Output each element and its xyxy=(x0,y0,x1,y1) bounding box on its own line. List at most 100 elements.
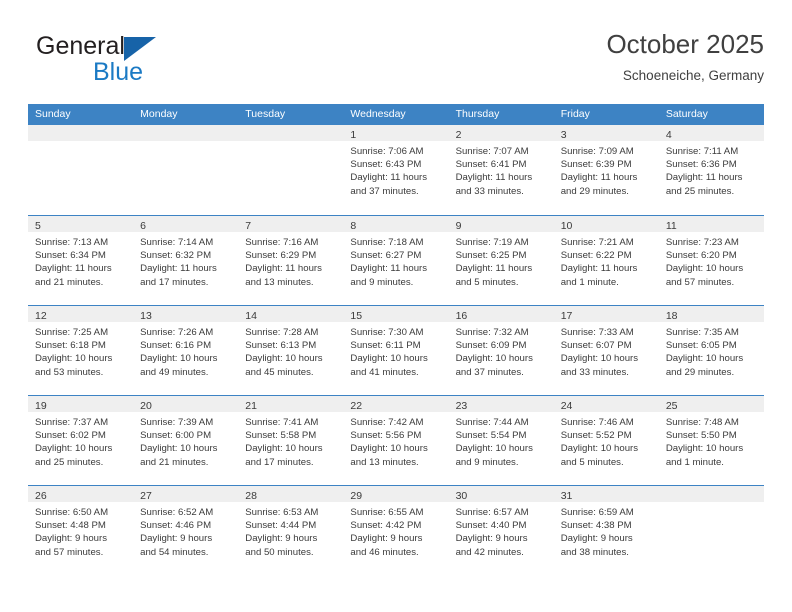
title-block: October 2025 Schoeneiche, Germany xyxy=(606,28,764,86)
calendar-day-cell[interactable]: 15 Sunrise: 7:30 AM Sunset: 6:11 PM Dayligh… xyxy=(343,306,449,395)
day-number-strip: 12 xyxy=(28,306,134,322)
daylight-text-line2: and 57 minutes. xyxy=(665,276,735,288)
day-number: 12 xyxy=(35,310,47,322)
calendar-day-cell[interactable]: 1 Sunrise: 7:06 AM Sunset: 6:43 PM Daylight… xyxy=(343,125,449,215)
daylight-text-line2: and 37 minutes. xyxy=(350,185,419,197)
sunrise-text: Sunrise: 7:13 AM xyxy=(35,237,109,248)
day-details: Sunrise: 6:53 AM Sunset: 4:44 PM Daylight:… xyxy=(238,502,343,559)
day-details: Sunrise: 7:39 AM Sunset: 6:00 PM Daylight:… xyxy=(133,412,238,469)
calendar-day-cell[interactable]: 16 Sunrise: 7:32 AM Sunset: 6:09 PM Dayligh… xyxy=(448,306,554,395)
daylight-text-line1: Daylight: 10 hours xyxy=(140,353,218,365)
calendar-day-cell[interactable]: 9 Sunrise: 7:19 AM Sunset: 6:25 PM Daylight… xyxy=(448,216,554,305)
calendar-day-cell[interactable]: 7 Sunrise: 7:16 AM Sunset: 6:29 PM Daylight… xyxy=(238,216,344,305)
page-title: October 2025 xyxy=(606,29,764,59)
calendar-day-cell[interactable]: 4 Sunrise: 7:11 AM Sunset: 6:36 PM Daylight… xyxy=(658,125,764,215)
daylight-text-line1: Daylight: 10 hours xyxy=(665,443,744,455)
calendar-day-cell[interactable]: 8 Sunrise: 7:18 AM Sunset: 6:27 PM Daylight… xyxy=(343,216,449,305)
calendar-week-row: 5 Sunrise: 7:13 AM Sunset: 6:34 PM Daylight… xyxy=(28,215,764,305)
day-number: 21 xyxy=(245,400,257,412)
calendar-day-cell[interactable]: 17 Sunrise: 7:33 AM Sunset: 6:07 PM Dayligh… xyxy=(553,306,659,395)
calendar-day-cell[interactable]: 22 Sunrise: 7:42 AM Sunset: 5:56 PM Dayligh… xyxy=(343,396,449,485)
daylight-text-line2: and 9 minutes. xyxy=(350,276,414,288)
daylight-text-line1: Daylight: 10 hours xyxy=(560,353,639,365)
day-details: Sunrise: 6:50 AM Sunset: 4:48 PM Daylight:… xyxy=(28,502,133,559)
calendar-day-cell[interactable]: 14 Sunrise: 7:28 AM Sunset: 6:13 PM Dayligh… xyxy=(238,306,344,395)
sunrise-text: Sunrise: 6:59 AM xyxy=(560,507,634,518)
day-number: 22 xyxy=(350,400,363,412)
daylight-text-line1: Daylight: 10 hours xyxy=(140,443,218,455)
daylight-text-line1: Daylight: 10 hours xyxy=(455,443,533,455)
day-number-strip: 1 xyxy=(343,125,449,141)
calendar-day-cell[interactable]: 20 Sunrise: 7:39 AM Sunset: 6:00 PM Dayligh… xyxy=(133,396,239,485)
day-number-strip: 24 xyxy=(553,396,659,412)
calendar-day-cell[interactable]: 18 Sunrise: 7:35 AM Sunset: 6:05 PM Dayligh… xyxy=(658,306,764,395)
calendar-day-cell[interactable]: 5 Sunrise: 7:13 AM Sunset: 6:34 PM Daylight… xyxy=(28,216,134,305)
sunset-text: Sunset: 6:02 PM xyxy=(35,430,106,442)
calendar-day-cell[interactable]: 21 Sunrise: 7:41 AM Sunset: 5:58 PM Dayligh… xyxy=(238,396,344,485)
day-number: 18 xyxy=(665,310,678,322)
weekday-header-thursday: Thursday xyxy=(455,108,500,120)
sunrise-text: Sunrise: 7:37 AM xyxy=(35,417,109,428)
daylight-text-line1: Daylight: 10 hours xyxy=(665,263,744,275)
sunset-text: Sunset: 6:36 PM xyxy=(665,159,737,171)
calendar-day-cell[interactable]: 13 Sunrise: 7:26 AM Sunset: 6:16 PM Dayligh… xyxy=(133,306,239,395)
calendar-page: General Blue October 2025 Schoeneiche, G… xyxy=(0,0,792,612)
day-details xyxy=(28,141,133,145)
day-details: Sunrise: 7:46 AM Sunset: 5:52 PM Daylight:… xyxy=(554,412,659,469)
day-number: 23 xyxy=(455,400,468,412)
calendar-day-cell[interactable]: 23 Sunrise: 7:44 AM Sunset: 5:54 PM Dayligh… xyxy=(448,396,554,485)
calendar-day-cell[interactable]: 26 Sunrise: 6:50 AM Sunset: 4:48 PM Dayligh… xyxy=(28,486,134,575)
daylight-text-line1: Daylight: 9 hours xyxy=(140,533,213,545)
daylight-text-line2: and 33 minutes. xyxy=(455,185,524,197)
calendar-day-cell[interactable]: 10 Sunrise: 7:21 AM Sunset: 6:22 PM Dayligh… xyxy=(553,216,659,305)
calendar-day-cell[interactable]: 25 Sunrise: 7:48 AM Sunset: 5:50 PM Dayligh… xyxy=(658,396,764,485)
calendar-day-cell[interactable]: 3 Sunrise: 7:09 AM Sunset: 6:39 PM Daylight… xyxy=(553,125,659,215)
daylight-text-line2: and 50 minutes. xyxy=(245,546,314,558)
day-details xyxy=(659,502,764,506)
calendar-day-cell[interactable]: 11 Sunrise: 7:23 AM Sunset: 6:20 PM Dayligh… xyxy=(658,216,764,305)
daylight-text-line2: and 38 minutes. xyxy=(560,546,629,558)
calendar-day-cell[interactable]: 19 Sunrise: 7:37 AM Sunset: 6:02 PM Dayligh… xyxy=(28,396,134,485)
day-number: 13 xyxy=(140,310,152,322)
day-details: Sunrise: 6:52 AM Sunset: 4:46 PM Daylight:… xyxy=(133,502,238,559)
calendar-day-cell[interactable]: 31 Sunrise: 6:59 AM Sunset: 4:38 PM Dayligh… xyxy=(553,486,659,575)
daylight-text-line2: and 17 minutes. xyxy=(245,456,314,468)
calendar-day-cell[interactable]: 27 Sunrise: 6:52 AM Sunset: 4:46 PM Dayligh… xyxy=(133,486,239,575)
calendar-day-cell[interactable]: 24 Sunrise: 7:46 AM Sunset: 5:52 PM Dayligh… xyxy=(553,396,659,485)
sunset-text: Sunset: 6:09 PM xyxy=(455,340,527,352)
brand-logo[interactable]: General Blue xyxy=(36,32,216,92)
calendar-day-cell[interactable]: 28 Sunrise: 6:53 AM Sunset: 4:44 PM Dayligh… xyxy=(238,486,344,575)
daylight-text-line2: and 33 minutes. xyxy=(560,366,629,378)
calendar-day-cell[interactable]: 29 Sunrise: 6:55 AM Sunset: 4:42 PM Dayligh… xyxy=(343,486,449,575)
calendar-day-cell[interactable]: 2 Sunrise: 7:07 AM Sunset: 6:41 PM Daylight… xyxy=(448,125,554,215)
sunset-text: Sunset: 6:27 PM xyxy=(350,250,422,262)
sunrise-text: Sunrise: 6:52 AM xyxy=(140,507,214,518)
day-number-strip xyxy=(238,125,344,141)
day-number: 26 xyxy=(35,490,47,502)
day-number-strip: 14 xyxy=(238,306,344,322)
weekday-header-row: Sunday Monday Tuesday Wednesday Thursday… xyxy=(28,104,764,125)
day-number-strip: 5 xyxy=(28,216,134,232)
calendar-day-cell[interactable]: 30 Sunrise: 6:57 AM Sunset: 4:40 PM Dayligh… xyxy=(448,486,554,575)
daylight-text-line2: and 41 minutes. xyxy=(350,366,419,378)
day-number: 5 xyxy=(35,220,41,232)
daylight-text-line2: and 1 minute. xyxy=(665,456,724,468)
sunrise-text: Sunrise: 7:07 AM xyxy=(455,146,529,157)
day-number-strip: 15 xyxy=(343,306,449,322)
sunset-text: Sunset: 6:34 PM xyxy=(35,250,106,262)
calendar-day-cell-empty xyxy=(658,486,764,575)
sunrise-text: Sunrise: 7:44 AM xyxy=(455,417,529,428)
calendar-day-cell[interactable]: 6 Sunrise: 7:14 AM Sunset: 6:32 PM Daylight… xyxy=(133,216,239,305)
sunset-text: Sunset: 6:18 PM xyxy=(35,340,106,352)
daylight-text-line1: Daylight: 10 hours xyxy=(665,353,744,365)
brand-name-blue: Blue xyxy=(93,58,144,86)
weekday-header-saturday: Saturday xyxy=(665,108,708,120)
calendar-day-cell[interactable]: 12 Sunrise: 7:25 AM Sunset: 6:18 PM Dayligh… xyxy=(28,306,134,395)
sunrise-text: Sunrise: 7:11 AM xyxy=(665,146,739,157)
daylight-text-line2: and 42 minutes. xyxy=(455,546,524,558)
day-number: 6 xyxy=(140,220,146,232)
daylight-text-line2: and 57 minutes. xyxy=(35,546,104,558)
sunset-text: Sunset: 6:16 PM xyxy=(140,340,212,352)
day-number-strip: 23 xyxy=(448,396,554,412)
sunrise-text: Sunrise: 7:16 AM xyxy=(245,237,319,248)
